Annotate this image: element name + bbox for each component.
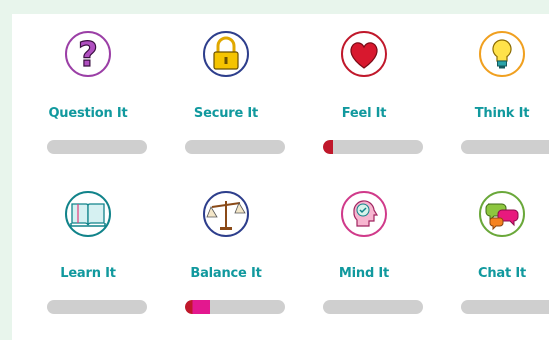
book-icon bbox=[64, 190, 112, 238]
progress-fill bbox=[185, 300, 210, 314]
progress-bar bbox=[47, 300, 147, 314]
tile-label: Learn It bbox=[60, 266, 116, 281]
skills-grid: ? Question It Secure It Feel It Think It… bbox=[12, 14, 549, 340]
tile-label: Balance It bbox=[190, 266, 262, 281]
progress-bar bbox=[461, 300, 549, 314]
mind-head-icon bbox=[340, 190, 388, 238]
progress-bar bbox=[323, 140, 423, 154]
tile-label: Secure It bbox=[193, 106, 259, 121]
chat-bubbles-icon bbox=[478, 190, 526, 238]
tile-label: Chat It bbox=[478, 266, 526, 281]
progress-bar bbox=[323, 300, 423, 314]
lightbulb-icon bbox=[478, 30, 526, 78]
progress-bar bbox=[461, 140, 549, 154]
tile-chat-it[interactable]: Chat It bbox=[440, 184, 549, 334]
tile-label: Mind It bbox=[338, 266, 390, 281]
tile-secure-it[interactable]: Secure It bbox=[164, 24, 288, 174]
padlock-icon bbox=[202, 30, 250, 78]
progress-bar bbox=[185, 300, 285, 314]
tile-balance-it[interactable]: Balance It bbox=[164, 184, 288, 334]
heart-icon bbox=[340, 30, 388, 78]
tile-feel-it[interactable]: Feel It bbox=[302, 24, 426, 174]
progress-fill bbox=[323, 140, 333, 154]
tile-label: Feel It bbox=[341, 106, 387, 121]
progress-bar bbox=[47, 140, 147, 154]
tile-question-it[interactable]: ? Question It bbox=[26, 24, 150, 174]
tile-mind-it[interactable]: Mind It bbox=[302, 184, 426, 334]
tile-think-it[interactable]: Think It bbox=[440, 24, 549, 174]
tile-learn-it[interactable]: Learn It bbox=[26, 184, 150, 334]
skills-panel: ? Question It Secure It Feel It Think It… bbox=[12, 14, 549, 340]
progress-bar bbox=[185, 140, 285, 154]
scales-icon bbox=[202, 190, 250, 238]
svg-text:?: ? bbox=[78, 35, 98, 75]
tile-label: Question It bbox=[48, 106, 128, 121]
question-mark-icon: ? bbox=[64, 30, 112, 78]
tile-label: Think It bbox=[474, 106, 530, 121]
